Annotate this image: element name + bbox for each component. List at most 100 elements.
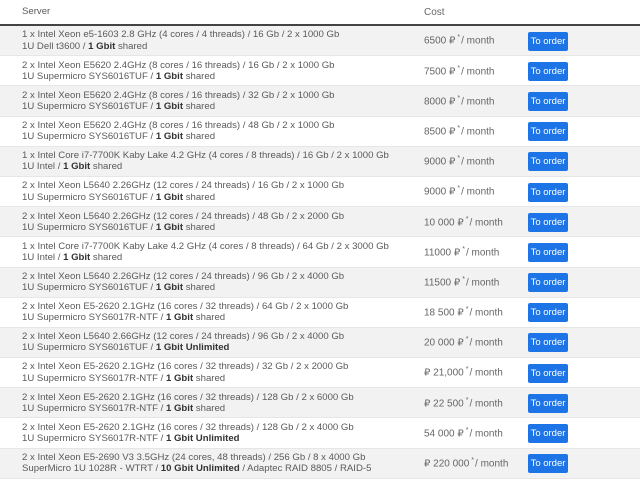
server-platform: 1U Supermicro SYS6016TUF / 1 Gbit shared: [22, 131, 424, 142]
bandwidth: 1 Gbit: [155, 131, 184, 143]
order-button[interactable]: To order: [528, 242, 568, 262]
footnote-asterisk: *: [457, 64, 461, 72]
server-chassis: 1U Supermicro SYS6017R-NTF /: [22, 402, 166, 414]
server-config: 1 x Intel Xeon e5-1603 2.8 GHz (4 cores …: [22, 29, 340, 41]
server-chassis: 1U Supermicro SYS6016TUF /: [22, 191, 156, 203]
order-button[interactable]: To order: [528, 61, 568, 81]
price-period: / month: [475, 458, 509, 470]
bandwidth: 1 Gbit: [165, 402, 194, 414]
price: 10 000 ₽: [424, 216, 464, 228]
server-spec: 2 x Intel Xeon E5620 2.4GHz (8 cores / 1…: [0, 120, 424, 142]
table-body: 1 x Intel Xeon e5-1603 2.8 GHz (4 cores …: [0, 26, 640, 479]
action-cell: To order: [528, 31, 640, 51]
order-button[interactable]: To order: [528, 152, 568, 172]
price: ₽ 21,000: [424, 367, 464, 379]
bandwidth-note: shared: [193, 402, 226, 414]
footnote-asterisk: *: [462, 275, 465, 283]
server-config: 2 x Intel Xeon E5-2690 V3 3.5GHz (24 cor…: [22, 452, 366, 464]
server-platform: 1U Supermicro SYS6016TUF / 1 Gbit shared: [22, 71, 424, 82]
action-cell: To order: [528, 453, 640, 474]
order-button[interactable]: To order: [528, 122, 568, 142]
server-platform: 1U Supermicro SYS6016TUF / 1 Gbit Unlimi…: [22, 342, 424, 353]
bandwidth-note: / Adaptec RAID 8805 / RAID-5: [239, 463, 372, 475]
price-period: / month: [469, 337, 503, 349]
order-button[interactable]: To order: [528, 303, 568, 323]
price-period: / month: [469, 398, 503, 409]
action-cell: To order: [528, 332, 640, 353]
footnote-asterisk: *: [457, 185, 461, 193]
server-chassis: 1U Supermicro SYS6017R-NTF /: [22, 372, 166, 384]
server-chassis: 1U Supermicro SYS6017R-NTF /: [22, 433, 166, 445]
price-cell: 18 500 ₽ */ month: [424, 306, 528, 318]
price-cell: 6500 ₽ */ month: [424, 34, 528, 46]
table-row: 2 x Intel Xeon E5620 2.4GHz (8 cores / 1…: [0, 86, 640, 117]
price-period: / month: [469, 216, 503, 228]
order-button[interactable]: To order: [528, 454, 568, 474]
table-row: 2 x Intel Xeon E5-2620 2.1GHz (16 cores …: [0, 298, 640, 328]
bandwidth-note: shared: [183, 282, 216, 294]
bandwidth-note: shared: [183, 100, 216, 112]
price-cell: ₽ 220 000 */ month: [424, 457, 528, 469]
price: 7500 ₽: [424, 65, 456, 77]
price: ₽ 220 000: [424, 458, 470, 470]
server-chassis: 1U Intel /: [22, 161, 64, 173]
price: ₽ 22 500: [424, 398, 464, 409]
price-cell: 9000 ₽ */ month: [424, 155, 528, 167]
order-button[interactable]: To order: [528, 212, 568, 232]
server-spec: 2 x Intel Xeon E5-2620 2.1GHz (16 cores …: [0, 361, 424, 383]
server-config: 2 x Intel Xeon E5620 2.4GHz (8 cores / 1…: [22, 89, 335, 101]
server-platform: 1U Supermicro SYS6016TUF / 1 Gbit shared: [22, 192, 424, 203]
price-cell: 8500 ₽ */ month: [424, 125, 528, 137]
server-spec: 2 x Intel Xeon L5640 2.26GHz (12 cores /…: [0, 211, 424, 233]
price-cell: ₽ 21,000 */ month: [424, 366, 528, 378]
price-period: / month: [469, 428, 503, 440]
table-row: 1 x Intel Core i7-7700K Kaby Lake 4.2 GH…: [0, 146, 640, 177]
server-chassis: 1U Intel /: [22, 251, 64, 263]
bandwidth-note: shared: [193, 312, 226, 324]
bandwidth-note: shared: [193, 372, 226, 384]
price-cell: 11000 ₽ */ month: [424, 246, 528, 258]
order-button[interactable]: To order: [528, 273, 568, 293]
server-spec: 1 x Intel Xeon e5-1603 2.8 GHz (4 cores …: [0, 29, 424, 51]
price: 6500 ₽: [424, 35, 456, 47]
price: 9000 ₽: [424, 156, 456, 168]
action-cell: To order: [528, 151, 640, 172]
footnote-asterisk: *: [471, 457, 475, 465]
bandwidth: 1 Gbit: [88, 40, 116, 52]
server-platform: 1U Supermicro SYS6017R-NTF / 1 Gbit shar…: [22, 312, 424, 323]
server-platform: 1U Intel / 1 Gbit shared: [22, 161, 424, 172]
order-button[interactable]: To order: [528, 31, 568, 51]
server-spec: 2 x Intel Xeon E5620 2.4GHz (8 cores / 1…: [0, 60, 424, 82]
server-config: 1 x Intel Core i7-7700K Kaby Lake 4.2 GH…: [22, 150, 389, 162]
bandwidth-note: shared: [183, 70, 216, 82]
action-cell: To order: [528, 363, 640, 383]
footnote-asterisk: *: [457, 94, 461, 102]
order-button[interactable]: To order: [528, 182, 568, 202]
price-cell: 7500 ₽ */ month: [424, 65, 528, 77]
order-button[interactable]: To order: [528, 91, 568, 111]
server-platform: 1U Intel / 1 Gbit shared: [22, 252, 424, 263]
table-row: 2 x Intel Xeon L5640 2.26GHz (12 cores /…: [0, 207, 640, 238]
order-button[interactable]: To order: [528, 363, 568, 383]
bandwidth: 1 Gbit: [155, 221, 184, 233]
server-platform: 1U Supermicro SYS6017R-NTF / 1 Gbit Unli…: [22, 433, 424, 444]
action-cell: To order: [528, 121, 640, 142]
price: 54 000 ₽: [424, 428, 464, 440]
server-spec: 2 x Intel Xeon L5640 2.26GHz (12 cores /…: [0, 271, 424, 293]
table-row: 2 x Intel Xeon L5640 2.26GHz (12 cores /…: [0, 267, 640, 298]
bandwidth: 1 Gbit Unlimited: [155, 342, 230, 354]
bandwidth: 1 Gbit: [155, 282, 184, 294]
bandwidth-note: shared: [90, 161, 123, 173]
bandwidth: 1 Gbit: [155, 70, 184, 82]
order-button[interactable]: To order: [528, 333, 568, 353]
server-chassis: 1U Supermicro SYS6017R-NTF /: [22, 312, 166, 324]
price-period: / month: [465, 277, 500, 289]
price-period: / month: [461, 126, 495, 138]
server-config: 2 x Intel Xeon E5-2620 2.1GHz (16 cores …: [22, 391, 354, 403]
server-platform: 1U Supermicro SYS6017R-NTF / 1 Gbit shar…: [22, 373, 424, 384]
column-header-cost: Cost: [424, 6, 445, 18]
order-button[interactable]: To order: [528, 393, 568, 413]
bandwidth-note: shared: [90, 251, 123, 263]
server-config: 1 x Intel Core i7-7700K Kaby Lake 4.2 GH…: [22, 240, 389, 252]
order-button[interactable]: To order: [528, 424, 568, 444]
